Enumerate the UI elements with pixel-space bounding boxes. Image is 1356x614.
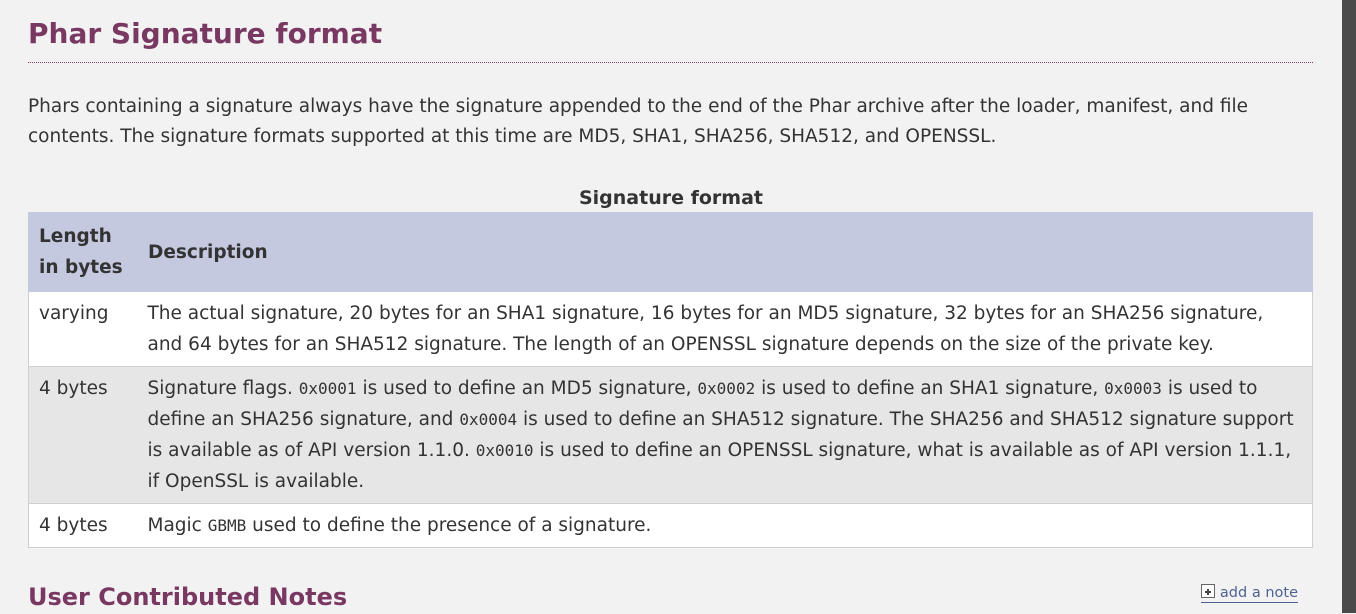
add-note-label: add a note [1219, 585, 1298, 601]
table-header-row: Length in bytes Description [28, 212, 1313, 292]
intro-paragraph: Phars containing a signature always have… [28, 96, 1249, 147]
row-description: Signature flags. 0x0001 is used to defin… [137, 366, 1313, 504]
magic-code: GBMB [207, 516, 247, 535]
table-row: 4 bytes Magic GBMB used to define the pr… [28, 503, 1313, 548]
scrollbar-thumb[interactable] [1342, 0, 1356, 613]
table-row: 4 bytes Signature flags. 0x0001 is used … [28, 366, 1313, 504]
main-content: Phar Signature format Phars containing a… [28, 0, 1314, 611]
desc-text: used to define the presence of a signatu… [246, 515, 652, 536]
flag-code: 0x0004 [459, 410, 518, 429]
signature-format-table: Length in bytes Description varying The … [28, 212, 1313, 548]
table-caption: Signature format [578, 187, 764, 209]
desc-text: is used to define an MD5 signature, [356, 378, 698, 399]
plus-box-icon [1200, 584, 1215, 598]
row-length: 4 bytes [28, 366, 138, 504]
notes-heading: User Contributed Notes [28, 583, 348, 611]
flag-code: 0x0001 [298, 379, 357, 398]
desc-text: Magic [147, 515, 208, 536]
row-description: The actual signature, 20 bytes for an SH… [137, 291, 1313, 367]
header-length: Length in bytes [28, 212, 138, 292]
add-note-link[interactable]: add a note [1200, 584, 1298, 603]
flag-code: 0x0003 [1104, 379, 1162, 398]
desc-text: Signature flags. [147, 378, 299, 399]
flag-code: 0x0010 [475, 441, 534, 460]
desc-text: is used to define an SHA1 signature, [755, 378, 1105, 399]
notes-header: User Contributed Notes add a note [28, 578, 1314, 613]
page-title: Phar Signature format [28, 0, 1313, 63]
header-description: Description [137, 212, 1313, 292]
table-row: varying The actual signature, 20 bytes f… [28, 291, 1313, 367]
scrollbar-track[interactable] [1342, 0, 1356, 613]
flag-code: 0x0002 [697, 379, 756, 398]
row-description: Magic GBMB used to define the presence o… [137, 503, 1313, 548]
row-length: 4 bytes [28, 503, 138, 548]
row-length: varying [28, 291, 138, 367]
